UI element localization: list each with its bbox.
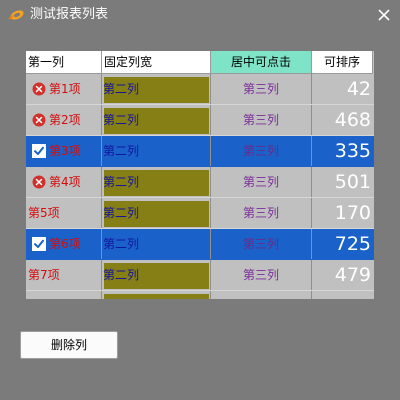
cell-sortable-value: 479 (334, 264, 371, 286)
item-label: 第4项 (49, 175, 81, 189)
table-row[interactable]: 第2项 第二列 第三列 468 (26, 105, 374, 136)
cell-fixed-width: 第二列 (102, 198, 211, 228)
close-icon[interactable] (374, 5, 394, 25)
item-label: 第5项 (28, 206, 60, 220)
cell-centered-clickable[interactable]: 第三列 (211, 105, 312, 135)
item-label: 第1项 (49, 82, 81, 96)
checkbox-checked-icon[interactable] (32, 144, 46, 158)
table-row[interactable]: 第3项 第二列 第三列 335 (26, 136, 374, 167)
cell-item-name: 第3项 (26, 136, 102, 166)
cell-text: 第二列 (103, 175, 140, 189)
error-icon (32, 113, 46, 127)
item-label: 第7项 (28, 268, 60, 282)
cell-text: 第二列 (103, 144, 140, 158)
table-row[interactable]: 第1项 第二列 第三列 42 (26, 74, 374, 105)
cell-fixed-width (102, 291, 211, 299)
cell-text: 第二列 (103, 82, 140, 96)
column-header-4[interactable]: 可排序 (312, 51, 373, 74)
item-label: 第6项 (49, 237, 81, 251)
cell-sortable-value (312, 291, 374, 299)
cell-centered-clickable[interactable]: 第三列 (211, 136, 312, 166)
cell-centered-clickable[interactable]: 第三列 (211, 229, 312, 259)
cell-sortable-value: 725 (334, 233, 371, 255)
title-bar: 测试报表列表 (0, 0, 400, 30)
table-row[interactable]: 第5项 第二列 第三列 170 (26, 198, 374, 229)
cell-fixed-width: 第二列 (102, 260, 211, 290)
cell-item-name: 第5项 (26, 198, 102, 228)
cell-centered-clickable[interactable] (211, 291, 312, 299)
column-header-3[interactable]: 居中可点击 (211, 51, 312, 74)
cell-sortable-value: 335 (334, 140, 371, 162)
cell-fixed-width: 第二列 (102, 105, 211, 135)
table-row[interactable]: 第4项 第二列 第三列 501 (26, 167, 374, 198)
cell-fixed-width: 第二列 (102, 229, 211, 259)
delete-column-button[interactable]: 删除列 (20, 331, 118, 359)
cell-item-name: 第4项 (26, 167, 102, 197)
cell-fixed-width: 第二列 (102, 136, 211, 166)
cell-fixed-width: 第二列 (102, 74, 211, 104)
table-row[interactable] (26, 291, 374, 299)
cell-centered-clickable[interactable]: 第三列 (211, 74, 312, 104)
error-icon (32, 175, 46, 189)
cell-item-name: 第6项 (26, 229, 102, 259)
cell-sortable-value: 170 (334, 202, 371, 224)
cell-text: 第二列 (103, 206, 140, 220)
cell-centered-clickable[interactable]: 第三列 (211, 167, 312, 197)
error-icon (32, 82, 46, 96)
column-header-2[interactable]: 固定列宽 (102, 51, 211, 74)
item-label: 第3项 (49, 144, 81, 158)
cell-item-name: 第7项 (26, 260, 102, 290)
cell-text: 第二列 (103, 268, 140, 282)
cell-text: 第二列 (103, 113, 140, 127)
cell-sortable-value: 501 (334, 171, 371, 193)
cell-fill (104, 294, 209, 299)
grid-body: 第1项 第二列 第三列 42 第2项 第二列 第三列 468 第3项 第二列 第三列 335 第4项 第二… (26, 74, 374, 299)
window-title: 测试报表列表 (30, 7, 109, 22)
item-label: 第2项 (49, 113, 81, 127)
app-logo-icon (8, 10, 24, 20)
table-row[interactable]: 第7项 第二列 第三列 479 (26, 260, 374, 291)
column-header-1[interactable]: 第一列 (26, 51, 102, 74)
table-row[interactable]: 第6项 第二列 第三列 725 (26, 229, 374, 260)
cell-item-name: 第2项 (26, 105, 102, 135)
cell-item-name: 第1项 (26, 74, 102, 104)
cell-centered-clickable[interactable]: 第三列 (211, 260, 312, 290)
cell-sortable-value: 468 (334, 109, 371, 131)
cell-centered-clickable[interactable]: 第三列 (211, 198, 312, 228)
cell-item-name (26, 291, 102, 299)
report-grid: 第一列 固定列宽 居中可点击 可排序 第1项 第二列 第三列 42 第2项 第二列 第三列 4… (26, 51, 374, 299)
cell-text: 第二列 (103, 237, 140, 251)
checkbox-checked-icon[interactable] (32, 237, 46, 251)
grid-header: 第一列 固定列宽 居中可点击 可排序 (26, 51, 374, 74)
cell-fixed-width: 第二列 (102, 167, 211, 197)
cell-sortable-value: 42 (346, 78, 371, 100)
